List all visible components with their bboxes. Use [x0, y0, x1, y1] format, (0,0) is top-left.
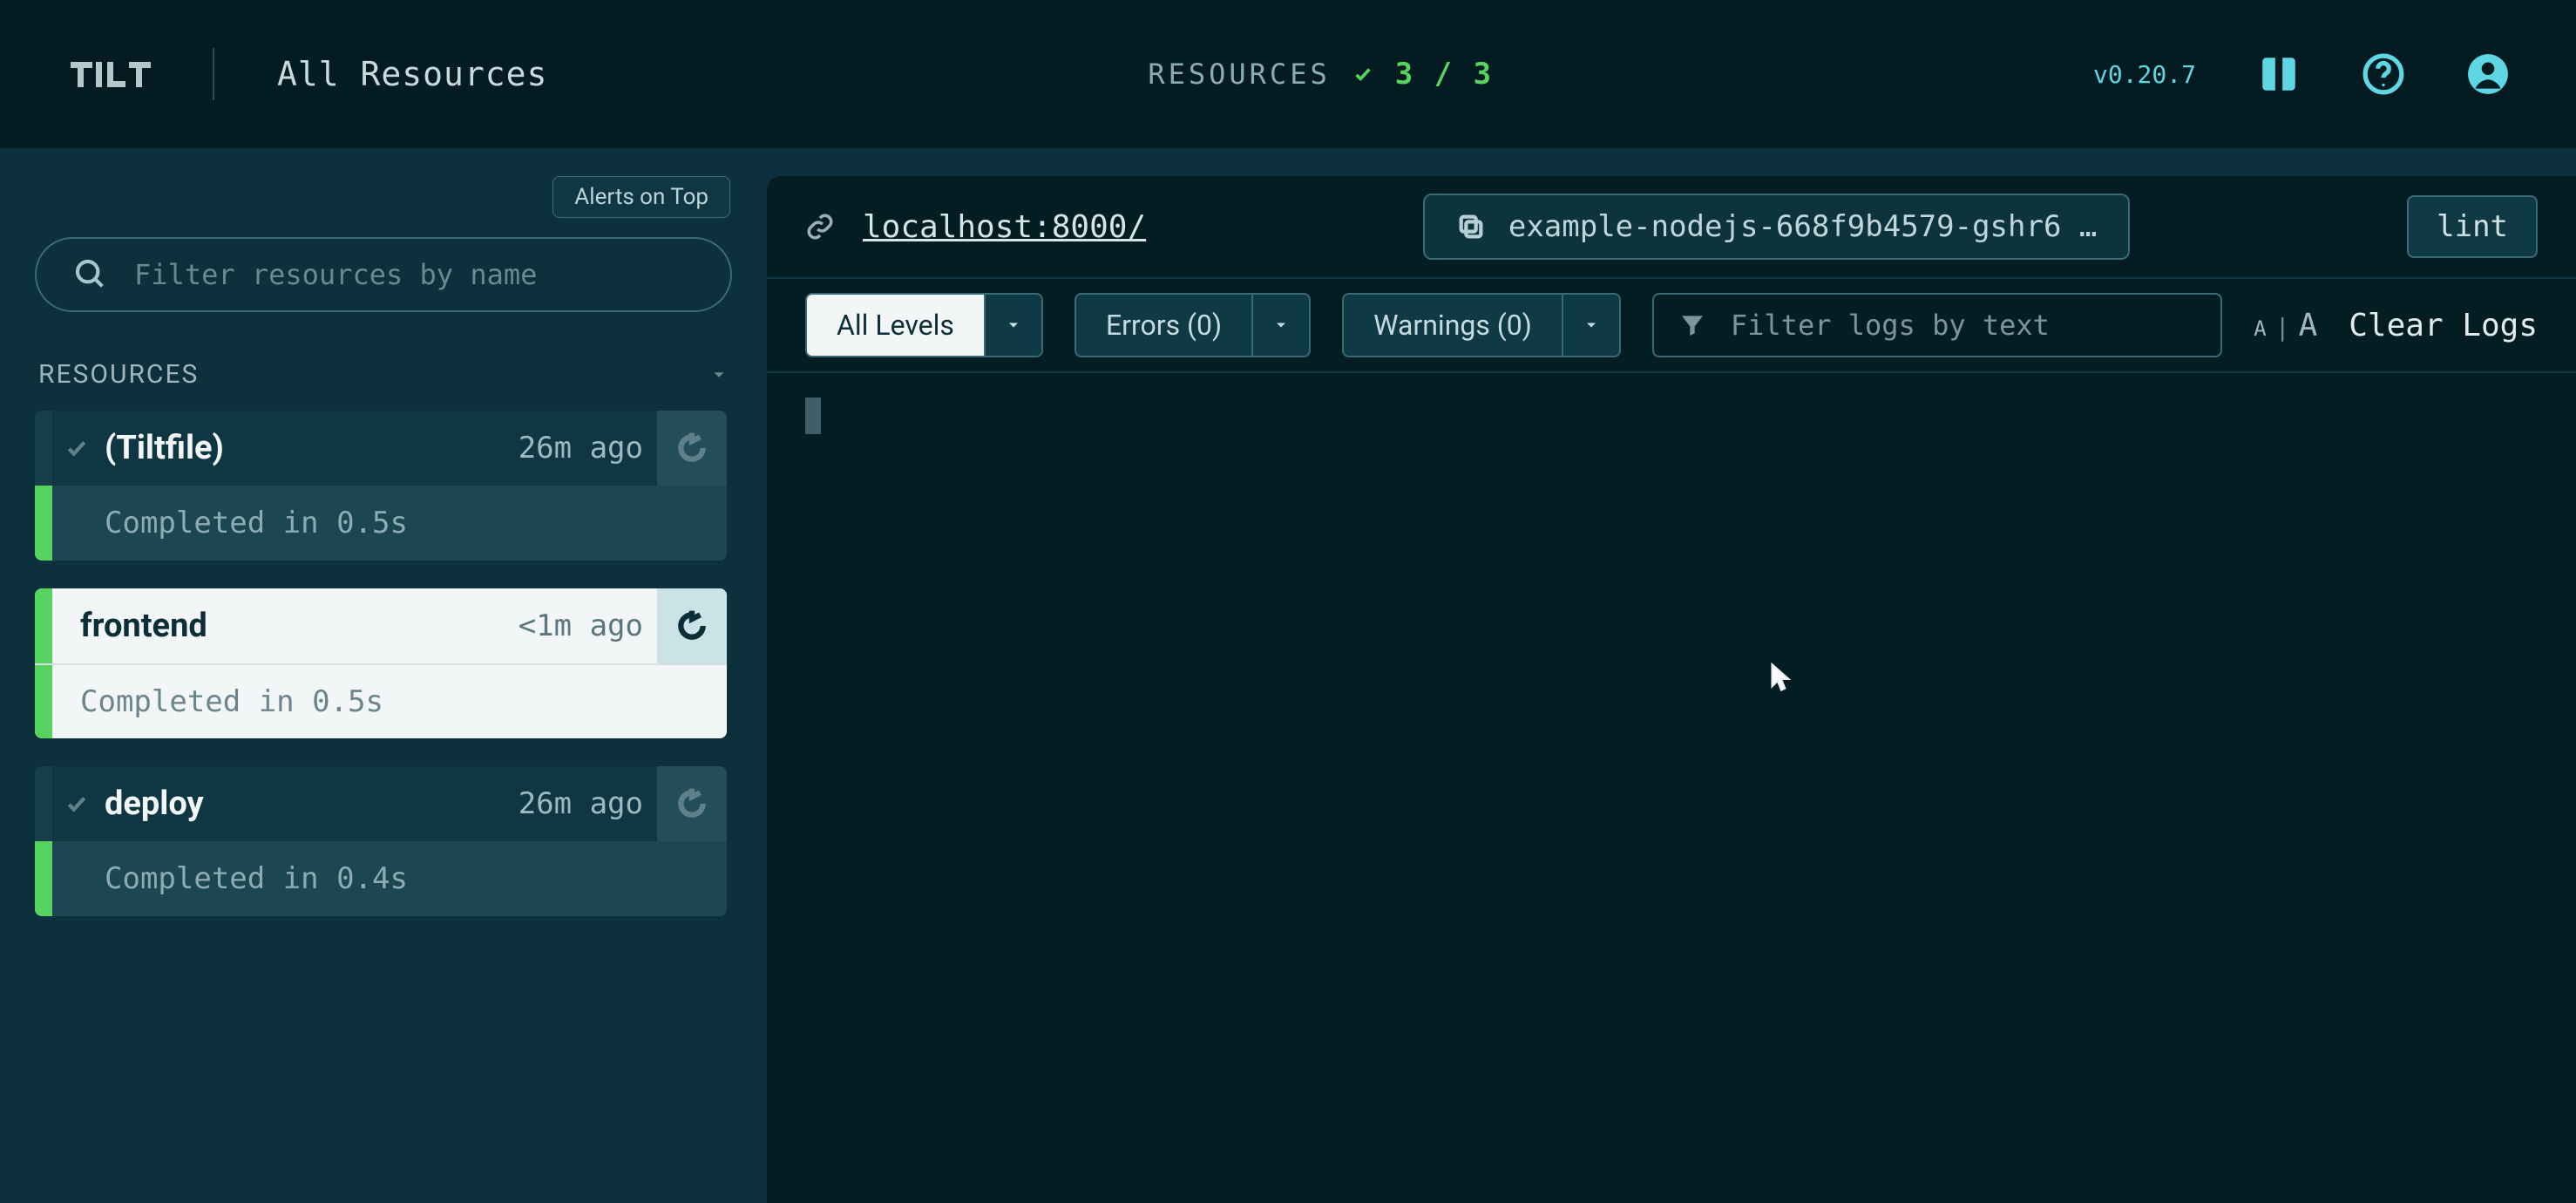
check-icon — [1353, 65, 1373, 84]
resource-ago: 26m ago — [505, 411, 657, 486]
status-bar — [35, 665, 52, 738]
resource-status: Completed in 0.5s — [52, 665, 727, 738]
header-center: RESOURCES 3 / 3 — [593, 57, 2048, 92]
chevron-down-icon[interactable] — [1251, 295, 1309, 356]
font-large[interactable]: A — [2299, 308, 2318, 343]
chevron-down-icon — [709, 365, 729, 384]
tilt-logo — [66, 50, 162, 99]
main-pane: localhost:8000/ example-nodejs-668f9b457… — [767, 176, 2576, 1203]
search-icon — [73, 257, 108, 292]
status-bar — [35, 411, 52, 486]
font-sep: | — [2275, 313, 2290, 342]
resources-section-header[interactable]: RESOURCES — [35, 359, 732, 390]
resources-counter: 3 / 3 — [1395, 57, 1493, 92]
reload-button[interactable] — [657, 411, 727, 486]
check-icon — [52, 411, 101, 486]
log-area[interactable] — [767, 373, 2576, 1203]
app-body: Alerts on Top RESOURCES (Tiltfile) 26m a… — [0, 148, 2576, 1203]
pod-pill[interactable]: example-nodejs-668f9b4579-gshr6 … — [1423, 194, 2131, 260]
endpoint-link[interactable]: localhost:8000/ — [863, 209, 1146, 245]
resource-filter[interactable] — [35, 237, 732, 312]
status-bar — [35, 588, 52, 663]
resources-label: RESOURCES — [1148, 58, 1330, 91]
docs-icon[interactable] — [2257, 52, 2301, 96]
resource-status: Completed in 0.5s — [101, 486, 727, 561]
font-size-toggle[interactable]: A | A — [2254, 308, 2317, 343]
mouse-pointer — [1769, 663, 1792, 696]
level-errors-dropdown[interactable]: Errors (0) — [1074, 293, 1311, 357]
log-cursor — [805, 398, 821, 434]
dropdown-label: All Levels — [807, 295, 984, 356]
pod-name: example-nodejs-668f9b4579-gshr6 … — [1508, 209, 2098, 244]
chevron-down-icon[interactable] — [1562, 295, 1619, 356]
resource-ago: <1m ago — [505, 588, 657, 663]
check-icon — [52, 766, 101, 841]
account-icon[interactable] — [2466, 52, 2510, 96]
dropdown-label: Warnings (0) — [1344, 295, 1562, 356]
copy-icon — [1456, 212, 1486, 241]
log-filter-row: All Levels Errors (0) Warnings (0) A | A… — [767, 277, 2576, 373]
reload-button[interactable] — [657, 766, 727, 841]
resource-filter-input[interactable] — [132, 257, 694, 292]
resource-list: (Tiltfile) 26m ago Completed in 0.5s fro… — [35, 411, 727, 916]
help-icon[interactable] — [2362, 52, 2405, 96]
lint-button[interactable]: lint — [2407, 195, 2538, 258]
resource-name: (Tiltfile) — [101, 411, 505, 486]
funnel-icon — [1678, 311, 1706, 339]
font-small[interactable]: A — [2254, 316, 2266, 341]
resource-ago: 26m ago — [505, 766, 657, 841]
level-all-dropdown[interactable]: All Levels — [805, 293, 1043, 357]
alerts-on-top-toggle[interactable]: Alerts on Top — [552, 176, 730, 218]
level-warnings-dropdown[interactable]: Warnings (0) — [1342, 293, 1621, 357]
main-topstrip: localhost:8000/ example-nodejs-668f9b457… — [767, 176, 2576, 277]
version-label[interactable]: v0.20.7 — [2093, 60, 2196, 89]
log-text-filter-input[interactable] — [1729, 308, 2196, 343]
reload-button[interactable] — [657, 588, 727, 663]
resource-card-frontend[interactable]: frontend <1m ago Completed in 0.5s — [35, 588, 727, 738]
header-right: v0.20.7 — [2093, 52, 2510, 96]
resource-name: frontend — [52, 588, 505, 663]
app-header: All Resources RESOURCES 3 / 3 v0.20.7 — [0, 0, 2576, 148]
status-bar — [35, 486, 52, 561]
clear-logs-button[interactable]: Clear Logs — [2349, 308, 2538, 343]
dropdown-label: Errors (0) — [1076, 295, 1251, 356]
resource-card-deploy[interactable]: deploy 26m ago Completed in 0.4s — [35, 766, 727, 916]
status-bar — [35, 841, 52, 916]
resource-card-tiltfile[interactable]: (Tiltfile) 26m ago Completed in 0.5s — [35, 411, 727, 561]
page-title: All Resources — [277, 55, 547, 93]
status-bar — [35, 766, 52, 841]
chevron-down-icon[interactable] — [984, 295, 1041, 356]
resources-section-label: RESOURCES — [38, 359, 199, 390]
spacer — [52, 486, 101, 561]
link-icon — [805, 212, 835, 241]
resource-status: Completed in 0.4s — [101, 841, 727, 916]
log-text-filter[interactable] — [1652, 293, 2222, 357]
spacer — [52, 841, 101, 916]
header-divider — [213, 48, 214, 100]
resource-name: deploy — [101, 766, 505, 841]
sidebar: Alerts on Top RESOURCES (Tiltfile) 26m a… — [0, 176, 767, 1203]
